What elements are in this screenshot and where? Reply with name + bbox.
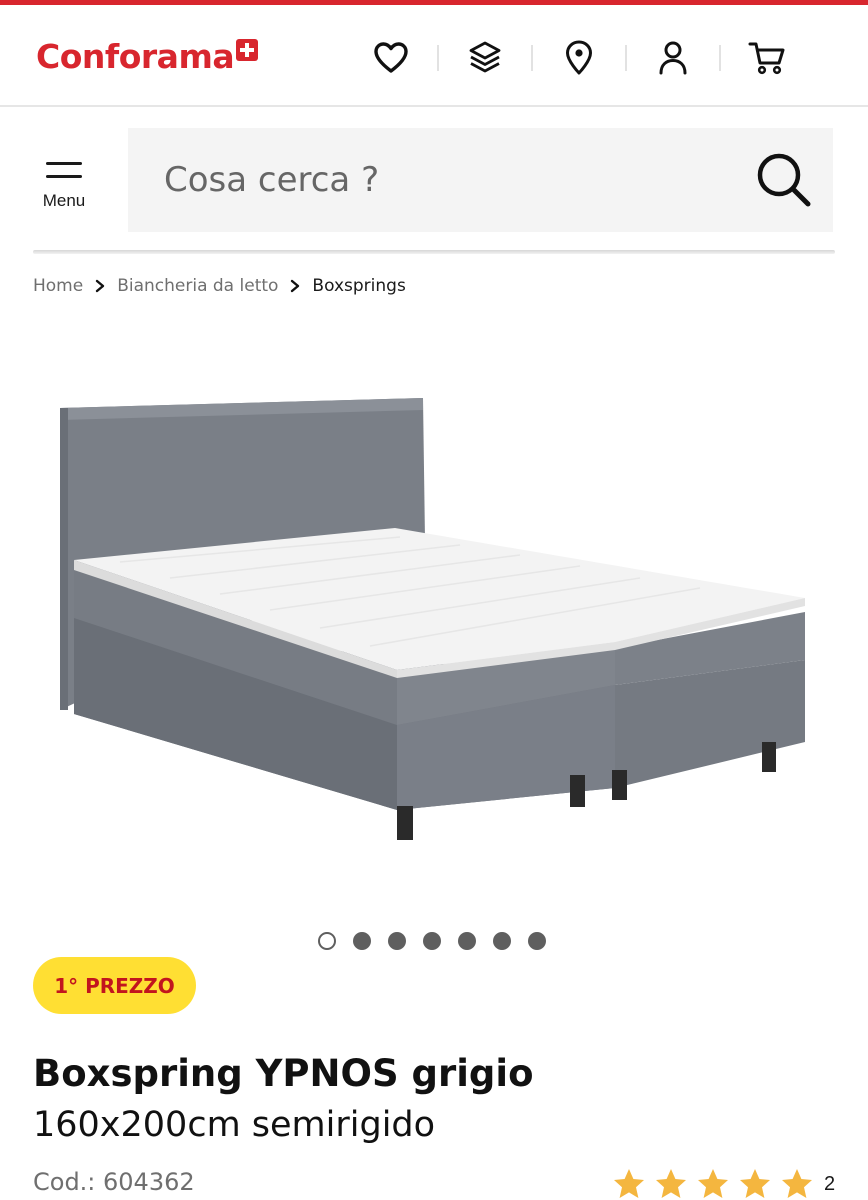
gallery-dot[interactable] [528, 932, 546, 950]
hamburger-icon-bar [46, 175, 82, 178]
user-icon [659, 41, 687, 75]
breadcrumb-bedding[interactable]: Biancheria da letto [117, 276, 278, 296]
product-code: Cod.: 604362 [33, 1168, 195, 1196]
swiss-cross-icon [236, 39, 259, 61]
star-icon [782, 1169, 812, 1198]
gallery-dot[interactable] [493, 932, 511, 950]
header-separator [531, 45, 533, 71]
breadcrumb-current: Boxsprings [312, 276, 406, 296]
site-header: Conforama [0, 5, 868, 107]
breadcrumb: Home Biancheria da letto Boxsprings [33, 274, 406, 298]
product-rating[interactable]: 2 [612, 1164, 835, 1200]
star-icon [656, 1169, 686, 1198]
gallery-dot[interactable] [458, 932, 476, 950]
cart-icon [748, 42, 785, 75]
gallery-dot[interactable] [318, 932, 336, 950]
gallery-dot[interactable] [353, 932, 371, 950]
header-separator [625, 45, 627, 71]
chevron-right-icon [95, 279, 105, 293]
location-pin-icon [566, 40, 592, 75]
search-icon [757, 153, 811, 207]
gallery-dot[interactable] [388, 932, 406, 950]
search-input[interactable] [164, 150, 724, 210]
product-subtitle: 160x200cm semirigido [33, 1105, 436, 1145]
boxspring-bed-illustration [60, 398, 805, 840]
wishlist-button[interactable] [360, 35, 422, 81]
store-locator-button[interactable] [548, 35, 610, 81]
conforama-logo[interactable]: Conforama [36, 37, 259, 76]
review-count: 2 [824, 1172, 836, 1195]
search-button[interactable] [749, 146, 819, 214]
star-icon [614, 1169, 644, 1198]
hamburger-icon [46, 162, 82, 165]
star-icon [698, 1169, 728, 1198]
gallery-dot[interactable] [423, 932, 441, 950]
header-separator [719, 45, 721, 71]
gallery-pagination [318, 932, 546, 950]
heart-icon [374, 42, 408, 73]
cart-button[interactable] [736, 35, 798, 81]
layers-icon [469, 41, 501, 73]
compare-button[interactable] [454, 35, 516, 81]
search-divider [33, 250, 835, 254]
header-separator [437, 45, 439, 71]
chevron-right-icon [290, 279, 300, 293]
product-title: Boxspring YPNOS grigio [33, 1052, 534, 1095]
menu-button[interactable]: Menu [32, 150, 96, 220]
first-price-badge: 1° PREZZO [33, 957, 196, 1014]
account-button[interactable] [642, 35, 704, 81]
search-bar [128, 128, 833, 232]
logo-text: Conforama [36, 37, 235, 76]
menu-label: Menu [42, 191, 86, 210]
header-icon-nav [360, 35, 798, 81]
breadcrumb-home[interactable]: Home [33, 276, 83, 296]
product-image[interactable] [40, 380, 830, 860]
star-icon [740, 1169, 770, 1198]
